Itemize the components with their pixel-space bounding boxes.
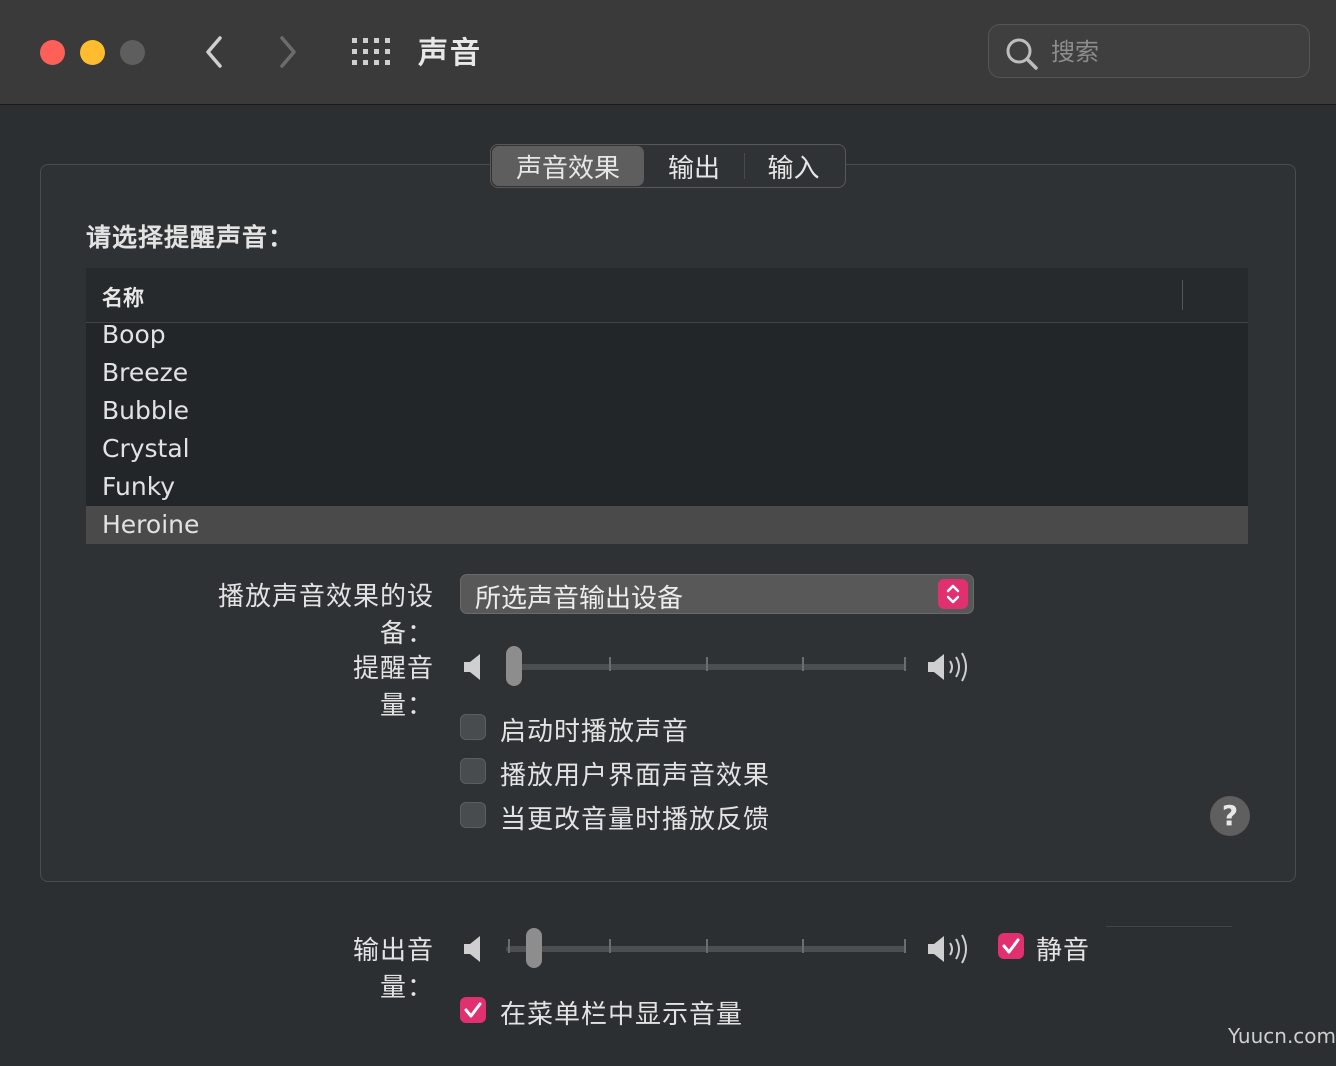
watermark: Yuucn.com [1228, 1024, 1336, 1048]
device-label: 播放声音效果的设备： [217, 582, 434, 649]
grid-icon [352, 38, 390, 65]
startup-sound-label: 启动时播放声音 [500, 717, 690, 747]
output-volume-label: 输出音量： [352, 936, 434, 1003]
search-box[interactable] [988, 24, 1310, 78]
search-input[interactable] [1049, 35, 1293, 69]
help-button[interactable]: ? [1210, 796, 1250, 836]
device-select-value: 所选声音输出设备 [475, 584, 684, 614]
slider-knob[interactable] [506, 646, 522, 686]
minimize-window-button[interactable] [80, 40, 105, 65]
window-title: 声音 [418, 36, 482, 71]
list-item[interactable]: Breeze [86, 354, 1248, 392]
mute-label: 静音 [1036, 936, 1091, 966]
speaker-high-icon [928, 652, 967, 682]
alert-volume-label: 提醒音量： [352, 654, 434, 721]
list-item[interactable]: Funky [86, 468, 1248, 506]
checkmark-icon [1002, 938, 1020, 954]
volume-feedback-checkbox[interactable] [460, 802, 486, 828]
search-icon [1006, 38, 1038, 70]
zoom-window-button[interactable] [120, 40, 145, 65]
list-item[interactable]: Crystal [86, 430, 1248, 468]
ui-sound-effects-checkbox[interactable] [460, 758, 486, 784]
alert-sound-prompt: 请选择提醒声音： [86, 223, 295, 252]
list-item[interactable]: Heroine [86, 506, 1248, 544]
forward-button[interactable] [266, 30, 310, 74]
slider-tick [609, 657, 611, 671]
slider-knob[interactable] [526, 928, 542, 968]
output-volume-slider[interactable] [460, 926, 972, 970]
ui-sound-effects-label: 播放用户界面声音效果 [500, 761, 771, 791]
alert-sound-list[interactable]: Boop Breeze Bubble Crystal Funky Heroine 名称 [86, 268, 1248, 544]
divider [1106, 926, 1232, 927]
tab-output[interactable]: 输出 [644, 146, 744, 186]
slider-tick [609, 939, 611, 953]
close-window-button[interactable] [40, 40, 65, 65]
show-volume-in-menubar-checkbox[interactable] [460, 997, 486, 1023]
select-stepper-icon [938, 579, 968, 609]
speaker-low-icon [464, 654, 480, 680]
sound-preferences-window: 声音 声音效果 输出 输入 请选择提醒声音： BoopBreezeBubbleC… [0, 0, 1336, 1066]
sound-rows: Boop Breeze Bubble Crystal Funky Heroine [86, 316, 1248, 544]
tab-input[interactable]: 输入 [744, 153, 842, 184]
device-select[interactable]: 所选声音输出设备 [460, 574, 974, 614]
back-button[interactable] [192, 30, 236, 74]
speaker-low-icon [464, 936, 480, 962]
table-header: 名称 [86, 268, 1248, 323]
slider-tick [802, 657, 804, 671]
show-all-button[interactable] [352, 38, 390, 66]
column-divider[interactable] [1182, 280, 1183, 310]
speaker-high-icon [928, 934, 967, 964]
list-item[interactable]: Bubble [86, 392, 1248, 430]
titlebar: 声音 [0, 0, 1336, 105]
slider-tick [904, 657, 906, 671]
slider-tick [904, 939, 906, 953]
chevron-right-icon [280, 36, 296, 68]
slider-tick [706, 657, 708, 671]
slider-tick [508, 939, 510, 953]
startup-sound-checkbox[interactable] [460, 714, 486, 740]
show-volume-in-menubar-label: 在菜单栏中显示音量 [500, 1000, 744, 1030]
slider-tick [706, 939, 708, 953]
slider-tick [802, 939, 804, 953]
mute-checkbox[interactable] [998, 933, 1024, 959]
volume-feedback-label: 当更改音量时播放反馈 [500, 805, 771, 835]
checkmark-icon [464, 1002, 482, 1018]
column-header-name[interactable]: 名称 [102, 282, 144, 312]
tab-bar: 声音效果 输出 输入 [490, 144, 846, 188]
alert-volume-slider[interactable] [460, 644, 972, 688]
tab-sound-effects[interactable]: 声音效果 [492, 146, 644, 186]
chevron-left-icon [206, 36, 222, 68]
